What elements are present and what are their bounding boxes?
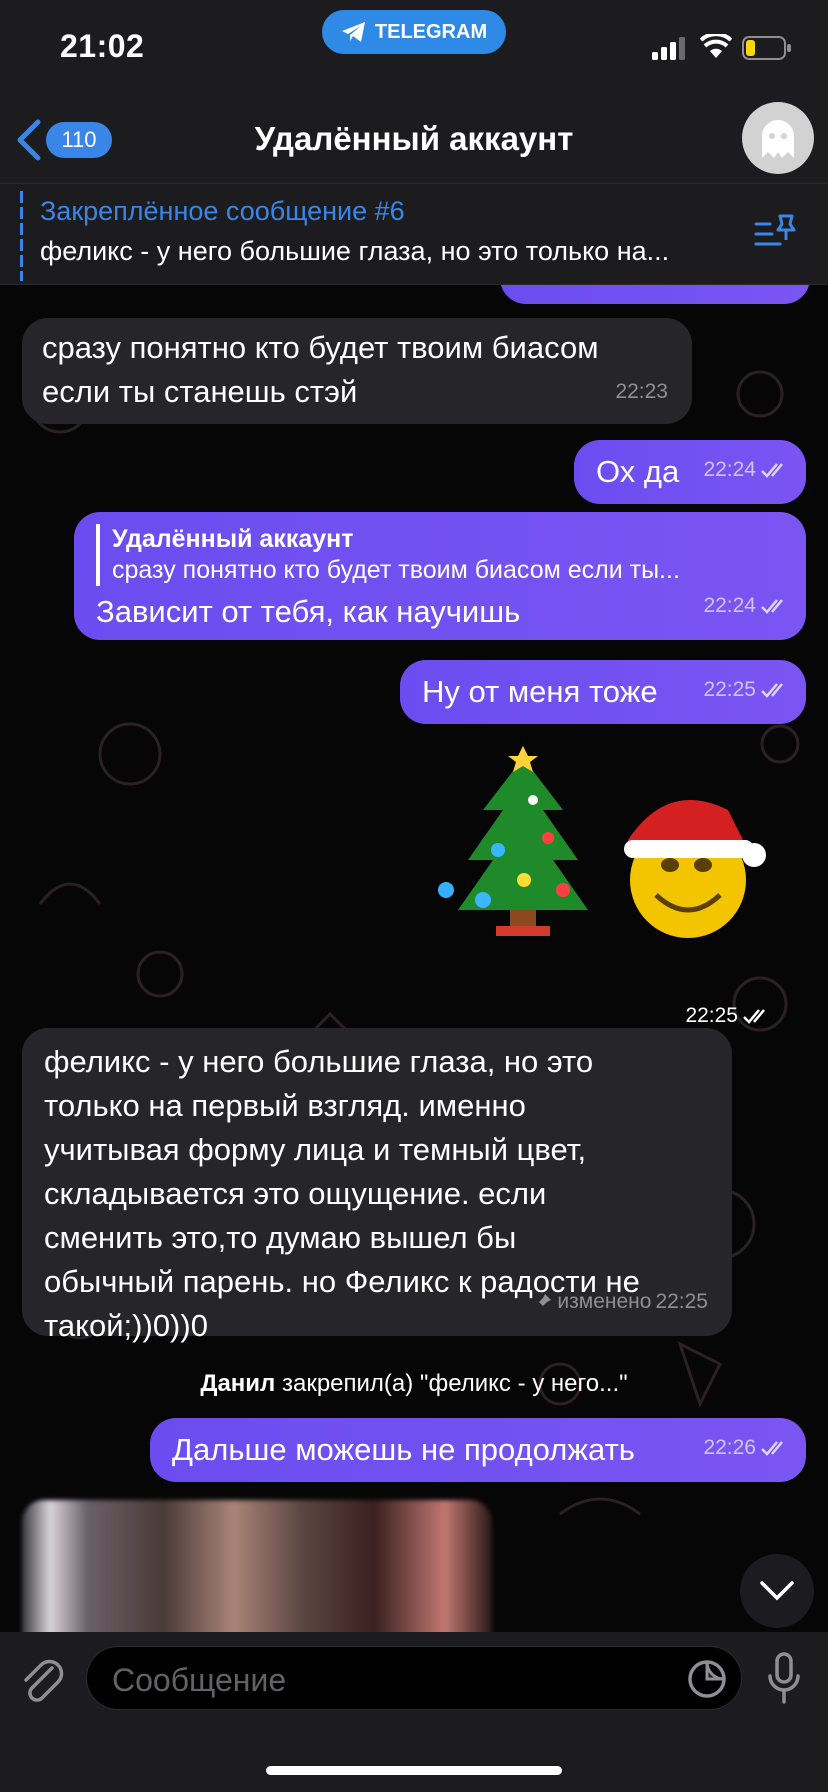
scroll-down-button[interactable] [740, 1554, 814, 1628]
christmas-sticker-image [438, 746, 766, 938]
time-label: 22:23 [615, 380, 668, 403]
edited-label: изменено [557, 1290, 652, 1313]
read-checks-icon [761, 599, 783, 614]
message-text: Зависит от тебя, как научишь [96, 594, 521, 629]
time-label: 22:25 [655, 1290, 708, 1313]
message-meta: 22:24 [703, 584, 790, 628]
signal-icon [652, 37, 685, 60]
message-line: только на первый взгляд. именно [44, 1088, 526, 1123]
message-line: феликс - у него большие глаза, но это [44, 1044, 594, 1079]
app-pill-label: TELEGRAM [374, 20, 488, 43]
attach-icon[interactable] [18, 1654, 64, 1704]
message-meta: 22:24 [703, 448, 790, 492]
message-line: сменить это,то думаю вышел бы [44, 1220, 517, 1255]
wifi-icon [700, 34, 732, 58]
sticker-message[interactable]: 22:25 [428, 740, 798, 1027]
time-label: 22:24 [703, 594, 756, 617]
battery-icon [742, 36, 791, 60]
service-text: закрепил(а) "феликс - у него..." [275, 1370, 628, 1397]
status-time: 21:02 [60, 28, 145, 64]
service-message: Данил закрепил(а) "феликс - у него..." [0, 1370, 828, 1398]
chat-title[interactable]: Удалённый аккаунт [0, 120, 828, 158]
message-line: складывается это ощущение. если [44, 1176, 547, 1211]
pinned-indicator [20, 191, 23, 281]
message-meta: 22:25 [685, 1004, 772, 1028]
message-line: учитывая форму лица и темный цвет, [44, 1132, 587, 1167]
blurred-media-message[interactable] [22, 1500, 492, 1632]
read-checks-icon [761, 683, 783, 698]
message-text: если ты станешь стэй [42, 374, 358, 409]
chevron-down-icon [760, 1581, 794, 1601]
message-meta: изменено 22:25 [533, 1280, 708, 1324]
message-bubble-partial[interactable] [500, 284, 810, 304]
avatar[interactable] [742, 102, 814, 174]
message-list[interactable]: сразу понятно кто будет твоим биасом есл… [0, 284, 828, 1632]
pinned-title[interactable]: Закреплённое сообщение #6 [40, 196, 405, 227]
message-text: сразу понятно кто будет твоим биасом [42, 330, 599, 365]
message-bubble-outgoing[interactable]: Дальше можешь не продолжать 22:26 [150, 1418, 806, 1482]
message-text: Ну от меня тоже [422, 674, 658, 709]
microphone-icon[interactable] [766, 1652, 802, 1706]
time-label: 22:25 [685, 1004, 738, 1027]
app-return-pill[interactable]: TELEGRAM [322, 10, 506, 54]
message-text: Ох да [596, 454, 680, 489]
service-actor: Данил [200, 1370, 276, 1397]
pin-icon [535, 1294, 552, 1310]
message-meta: 22:26 [703, 1426, 790, 1470]
read-checks-icon [761, 1441, 783, 1456]
message-time: 22:23 [615, 370, 668, 414]
pinned-text[interactable]: феликс - у него большие глаза, но это то… [40, 236, 740, 267]
reply-author: Удалённый аккаунт [112, 525, 354, 553]
time-label: 22:25 [703, 678, 756, 701]
message-meta: 22:25 [703, 668, 790, 712]
ghost-icon [762, 120, 794, 158]
message-bubble-outgoing-reply[interactable]: Удалённый аккаунт сразу понятно кто буде… [74, 512, 806, 640]
read-checks-icon [761, 463, 783, 478]
message-bubble-incoming[interactable]: сразу понятно кто будет твоим биасом есл… [22, 318, 692, 424]
time-label: 22:24 [703, 458, 756, 481]
message-bubble-outgoing[interactable]: Ну от меня тоже 22:25 [400, 660, 806, 724]
read-checks-icon [743, 1009, 765, 1024]
message-text: Дальше можешь не продолжать [172, 1432, 635, 1467]
time-label: 22:26 [703, 1436, 756, 1459]
message-bubble-outgoing[interactable]: Ох да 22:24 [574, 440, 806, 504]
reply-text: сразу понятно кто будет твоим биасом есл… [112, 556, 680, 584]
home-indicator [266, 1766, 562, 1775]
message-bubble-incoming[interactable]: феликс - у него большие глаза, но это то… [22, 1028, 732, 1343]
message-input-placeholder: Сообщение [112, 1662, 287, 1698]
pinned-list-icon[interactable] [754, 212, 798, 250]
sticker-icon[interactable] [686, 1658, 728, 1700]
reply-preview[interactable]: Удалённый аккаунт сразу понятно кто буде… [96, 524, 784, 586]
telegram-icon [341, 22, 365, 42]
